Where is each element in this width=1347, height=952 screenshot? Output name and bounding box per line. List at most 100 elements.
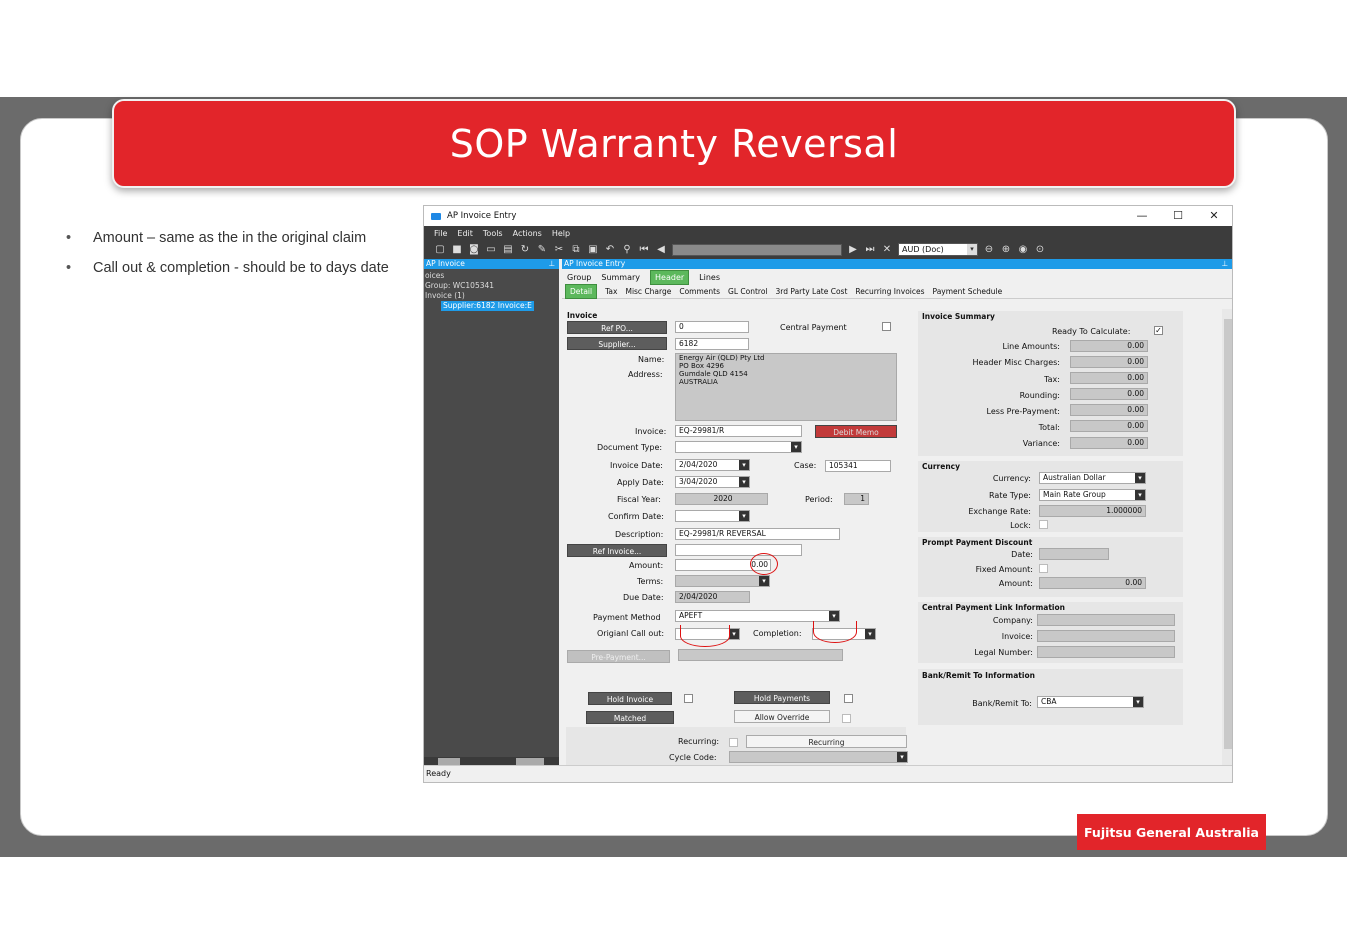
menu-edit[interactable]: Edit	[457, 229, 473, 238]
binoculars-icon[interactable]: ◙	[468, 244, 480, 255]
maximize-button[interactable]: ☐	[1160, 206, 1196, 226]
invoice-summary-header: Invoice Summary	[922, 312, 995, 321]
save-icon[interactable]: ■	[451, 244, 463, 255]
bank-header: Bank/Remit To Information	[922, 671, 1035, 680]
delete-icon[interactable]: ✕	[881, 244, 893, 255]
tab-lines[interactable]: Lines	[699, 273, 720, 282]
ref-invoice-field[interactable]	[675, 544, 802, 556]
central-payment-checkbox[interactable]	[882, 322, 891, 331]
back-icon[interactable]: ⊖	[983, 244, 995, 255]
clear-icon[interactable]: ✎	[536, 244, 548, 255]
summary-label: Header Misc Charges:	[972, 358, 1060, 367]
menu-tools[interactable]: Tools	[483, 229, 503, 238]
paste-icon[interactable]: ▣	[587, 244, 599, 255]
left-panel-header: AP Invoice ⊥	[424, 259, 559, 269]
lock-checkbox[interactable]	[1039, 520, 1048, 529]
confirm-date-field[interactable]: ▾	[675, 510, 750, 522]
title-banner: SOP Warranty Reversal	[112, 99, 1236, 188]
first-record-icon[interactable]: ⏮	[638, 244, 650, 255]
rate-type-label: Rate Type:	[989, 491, 1031, 500]
print-icon[interactable]: ▭	[485, 244, 497, 255]
cut-icon[interactable]: ✂	[553, 244, 565, 255]
subtab-comments[interactable]: Comments	[679, 287, 720, 296]
debit-memo-button[interactable]: Debit Memo	[815, 425, 897, 438]
menu-actions[interactable]: Actions	[513, 229, 542, 238]
case-field[interactable]: 105341	[825, 460, 891, 472]
ready-checkbox[interactable]: ✓	[1154, 326, 1163, 335]
report-icon[interactable]: ▤	[502, 244, 514, 255]
summary-value: 0.00	[1070, 404, 1148, 416]
new-icon[interactable]: ▢	[434, 244, 446, 255]
hold-payments-checkbox[interactable]	[844, 694, 853, 703]
copy-icon[interactable]: ⧉	[570, 244, 582, 255]
tab-summary[interactable]: Summary	[601, 273, 640, 282]
tree-item-invoice[interactable]: Invoice (1)	[425, 291, 558, 301]
supplier-field[interactable]: 6182	[675, 338, 749, 350]
next-record-icon[interactable]: ▶	[847, 244, 859, 255]
tab-group[interactable]: Group	[567, 273, 591, 282]
tree-item-selected[interactable]: Supplier:6182 Invoice:E	[441, 301, 534, 311]
description-field[interactable]: EQ-29981/R REVERSAL	[675, 528, 840, 540]
tree-item-group[interactable]: Group: WC105341	[425, 281, 558, 291]
supplier-button[interactable]: Supplier...	[567, 337, 667, 350]
search-icon[interactable]: ⚲	[621, 244, 633, 255]
pre-payment-button[interactable]: Pre-Payment...	[567, 650, 670, 663]
subtab-3rd-party[interactable]: 3rd Party Late Cost	[776, 287, 848, 296]
central-payment-label: Central Payment	[780, 323, 847, 332]
subtab-payment-schedule[interactable]: Payment Schedule	[933, 287, 1003, 296]
forward-icon[interactable]: ⊕	[1000, 244, 1012, 255]
payment-method-label: Payment Method	[593, 613, 661, 622]
tab-header[interactable]: Header	[650, 269, 690, 285]
allow-override-checkbox[interactable]	[842, 714, 851, 723]
invoice-date-label: Invoice Date:	[610, 461, 663, 470]
record-combo[interactable]	[672, 243, 842, 256]
menu-file[interactable]: File	[434, 229, 447, 238]
pin-icon: ⊥	[548, 259, 555, 268]
settings-icon[interactable]: ⊙	[1034, 244, 1046, 255]
currency-dropdown[interactable]: Australian Dollar ▾	[1039, 472, 1146, 484]
cycle-code-dropdown[interactable]: ▾	[729, 751, 908, 763]
legal-number-field	[1037, 646, 1175, 658]
subtab-misc-charge[interactable]: Misc Charge	[625, 287, 671, 296]
invoice-date-field[interactable]: 2/04/2020 ▾	[675, 459, 750, 471]
subtab-detail[interactable]: Detail	[565, 284, 598, 299]
prev-record-icon[interactable]: ◀	[655, 244, 667, 255]
bank-dropdown[interactable]: CBA ▾	[1037, 696, 1144, 708]
prompt-payment-header: Prompt Payment Discount	[922, 538, 1033, 547]
name-label: Name:	[638, 355, 665, 364]
ref-po-button[interactable]: Ref PO...	[567, 321, 667, 334]
ref-invoice-button[interactable]: Ref Invoice...	[567, 544, 667, 557]
ref-po-field[interactable]: 0	[675, 321, 749, 333]
close-button[interactable]: ✕	[1196, 206, 1232, 226]
apply-date-field[interactable]: 3/04/2020 ▾	[675, 476, 750, 488]
last-record-icon[interactable]: ⏭	[864, 244, 876, 255]
subtab-recurring[interactable]: Recurring Invoices	[855, 287, 924, 296]
brand-badge: Fujitsu General Australia	[1077, 814, 1266, 850]
tab-strip: Group Summary Header Lines	[562, 269, 1232, 285]
tree-item[interactable]: oices	[425, 271, 558, 281]
undo-icon[interactable]: ↶	[604, 244, 616, 255]
minimize-button[interactable]: —	[1124, 206, 1160, 226]
refresh-icon[interactable]: ↻	[519, 244, 531, 255]
hold-invoice-checkbox[interactable]	[684, 694, 693, 703]
document-type-label: Document Type:	[597, 443, 663, 452]
cycle-code-label: Cycle Code:	[669, 753, 717, 762]
allow-override-button[interactable]: Allow Override	[734, 710, 830, 723]
terms-dropdown[interactable]: ▾	[675, 575, 770, 587]
hold-invoice-button[interactable]: Hold Invoice	[588, 692, 672, 705]
vertical-scrollbar[interactable]	[1222, 309, 1232, 767]
hold-payments-button[interactable]: Hold Payments	[734, 691, 830, 704]
menu-help[interactable]: Help	[552, 229, 570, 238]
subtab-gl-control[interactable]: GL Control	[728, 287, 768, 296]
home-icon[interactable]: ◉	[1017, 244, 1029, 255]
call-out-label: Origianl Call out:	[597, 629, 665, 638]
document-type-dropdown[interactable]: ▾	[675, 441, 802, 453]
currency-combo[interactable]: AUD (Doc) ▾	[898, 243, 978, 256]
recurring-checkbox[interactable]	[729, 738, 738, 747]
matched-button[interactable]: Matched	[586, 711, 674, 724]
rate-type-dropdown[interactable]: Main Rate Group ▾	[1039, 489, 1146, 501]
recurring-button[interactable]: Recurring	[746, 735, 907, 748]
invoice-field[interactable]: EQ-29981/R	[675, 425, 802, 437]
subtab-tax[interactable]: Tax	[605, 287, 617, 296]
fixed-amount-checkbox[interactable]	[1039, 564, 1048, 573]
